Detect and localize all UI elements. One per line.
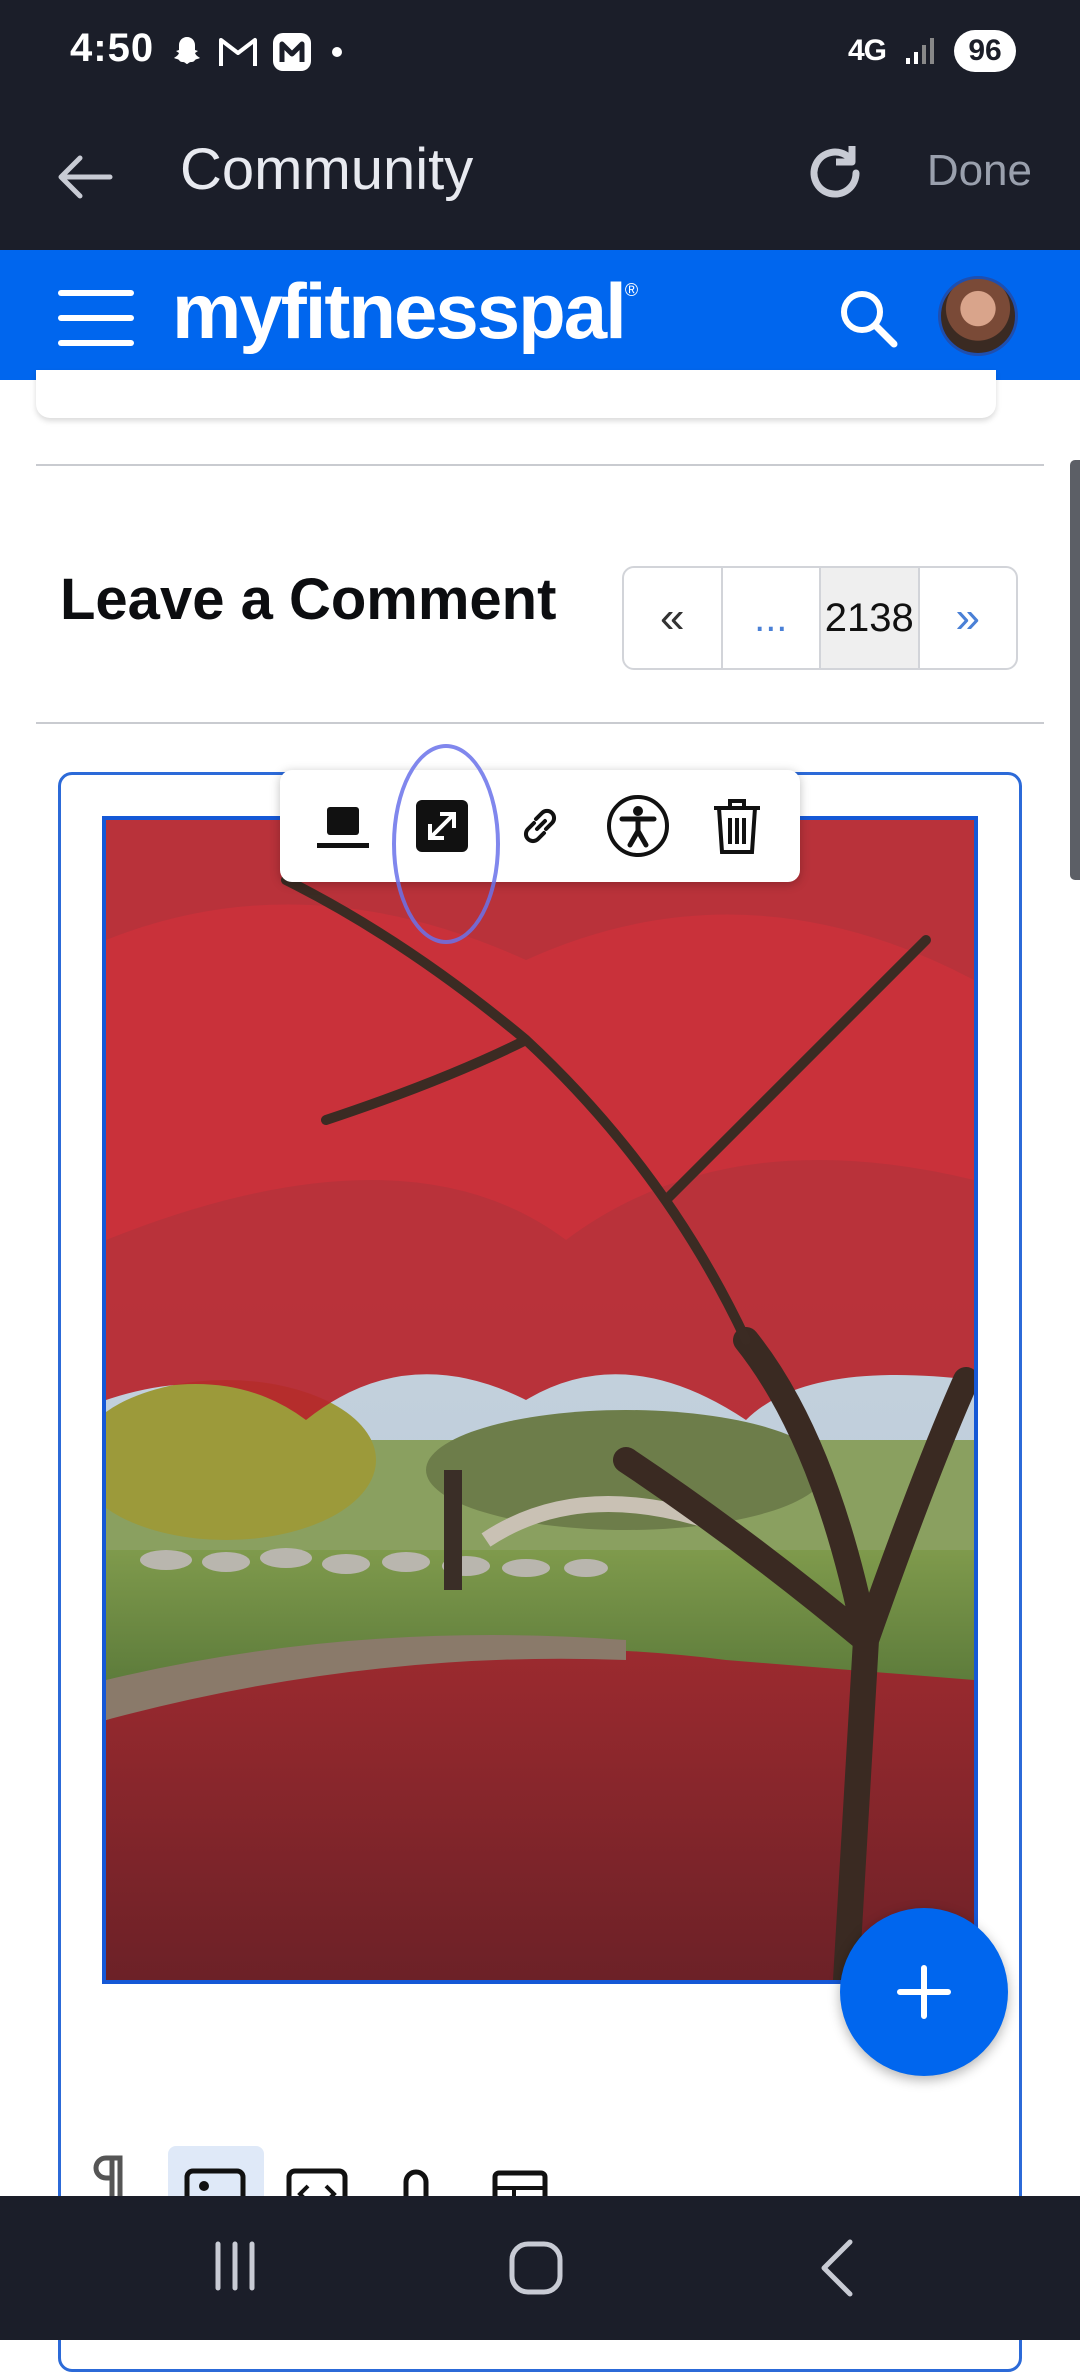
plus-icon — [897, 1965, 951, 2019]
search-icon[interactable] — [838, 288, 900, 350]
status-bar: 4:50 4G 96 — [0, 0, 1080, 104]
paragraph-icon[interactable] — [90, 2150, 130, 2200]
brand-name: myfitnesspal — [172, 267, 627, 355]
signal-icon — [906, 38, 934, 64]
network-label: 4G — [847, 34, 887, 67]
pagination: « ... 2138 » — [622, 566, 1018, 670]
hamburger-menu-icon[interactable] — [58, 290, 134, 346]
home-icon[interactable] — [508, 2240, 564, 2296]
delete-tool[interactable] — [702, 791, 772, 861]
brand-registered-mark: ® — [624, 280, 638, 300]
trash-icon — [713, 799, 760, 854]
system-icons: 4G 96 — [848, 28, 1016, 74]
previous-comment-card — [36, 370, 996, 418]
divider — [36, 464, 1044, 466]
reload-icon[interactable] — [800, 138, 870, 208]
brand-logo[interactable]: myfitnesspal® — [172, 266, 638, 357]
scroll-indicator[interactable] — [1070, 460, 1080, 880]
inline-image-tool[interactable] — [308, 791, 378, 861]
site-header: myfitnesspal® — [0, 250, 1080, 380]
status-time: 4:50 — [70, 26, 155, 70]
snapchat-icon — [174, 37, 200, 64]
more-notifications-dot — [332, 47, 342, 57]
autumn-tree-photo — [106, 820, 974, 1980]
gmail-icon — [219, 38, 257, 66]
pager-current-page: 2138 — [821, 568, 920, 668]
divider — [36, 722, 1044, 724]
section-title: Leave a Comment — [60, 567, 557, 632]
add-fab-button[interactable] — [840, 1908, 1008, 2076]
recents-icon[interactable] — [210, 2238, 260, 2294]
embedded-photo[interactable] — [102, 816, 978, 1984]
link-icon — [523, 808, 557, 844]
nav-back-icon[interactable] — [810, 2236, 866, 2300]
inline-image-icon — [317, 807, 370, 848]
annotation-circle — [392, 744, 500, 944]
back-arrow-icon[interactable] — [50, 142, 120, 212]
webview-toolbar: Community Done — [0, 104, 1080, 250]
pager-next-button[interactable]: » — [920, 568, 1017, 668]
link-tool[interactable] — [505, 791, 575, 861]
webview-title: Community — [180, 137, 474, 202]
app-m-icon — [273, 33, 311, 71]
image-toolbar — [280, 770, 800, 882]
system-nav-bar — [0, 2196, 1080, 2340]
notification-icons — [170, 32, 342, 72]
battery-indicator: 96 — [954, 30, 1016, 72]
accessibility-tool[interactable] — [603, 791, 673, 861]
user-avatar[interactable] — [938, 276, 1018, 356]
accessibility-icon — [607, 795, 670, 857]
pager-ellipsis[interactable]: ... — [723, 568, 821, 668]
done-button[interactable]: Done — [927, 146, 1032, 196]
pager-first-button[interactable]: « — [624, 568, 723, 668]
